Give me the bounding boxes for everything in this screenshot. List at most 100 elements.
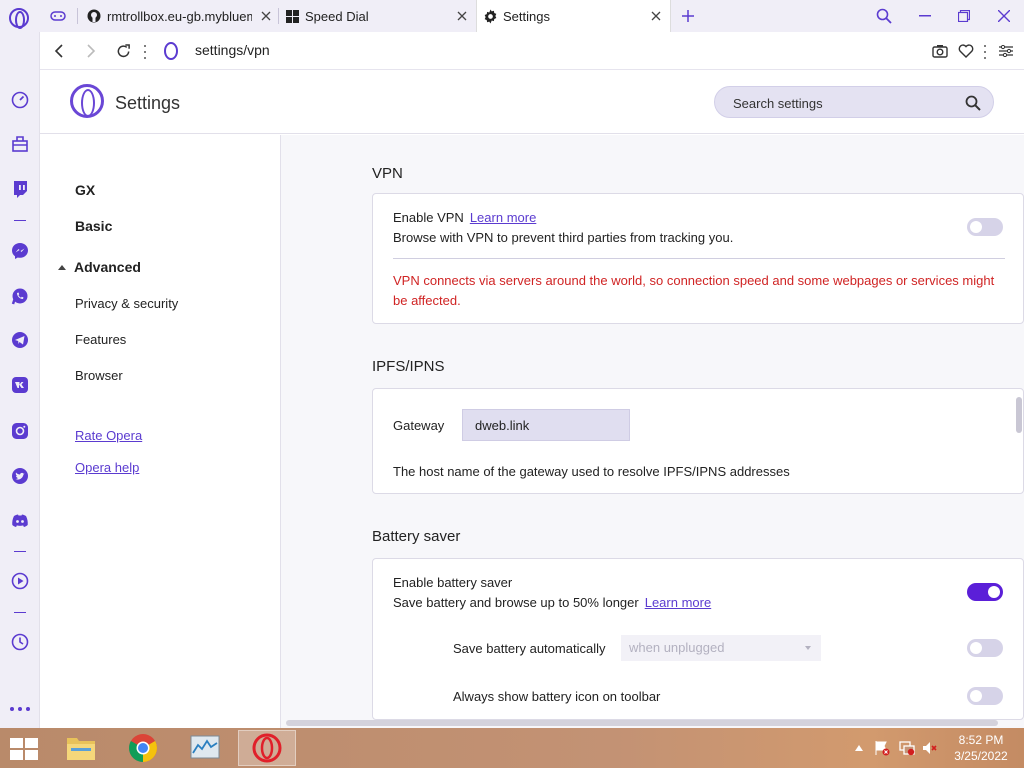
nav-advanced[interactable]: Advanced bbox=[74, 259, 141, 275]
github-icon bbox=[86, 8, 102, 24]
tab-label: Speed Dial bbox=[305, 8, 369, 24]
more-options-icon[interactable] bbox=[143, 45, 147, 59]
more-options-icon[interactable] bbox=[983, 45, 987, 59]
address-bar: settings/vpn bbox=[40, 32, 1024, 70]
opera-taskbar-icon[interactable] bbox=[238, 730, 296, 766]
url-field[interactable]: settings/vpn bbox=[195, 42, 270, 58]
vpn-enable-row: Enable VPN Learn more bbox=[393, 210, 536, 225]
vertical-scrollbar[interactable] bbox=[1016, 397, 1022, 433]
forward-button[interactable] bbox=[80, 40, 102, 62]
toolbox-icon[interactable] bbox=[9, 133, 31, 155]
player-icon[interactable] bbox=[9, 570, 31, 592]
horizontal-scrollbar[interactable] bbox=[286, 720, 998, 726]
nav-privacy-security[interactable]: Privacy & security bbox=[75, 296, 178, 311]
search-input[interactable] bbox=[733, 94, 953, 112]
tab-separator bbox=[77, 8, 78, 24]
battery-icon-toggle[interactable] bbox=[967, 687, 1003, 705]
gateway-input[interactable] bbox=[462, 409, 630, 441]
tab-strip: rmtrollbox.eu-gb.mybluem Speed Dial Sett… bbox=[0, 0, 1024, 32]
battery-icon-label: Always show battery icon on toolbar bbox=[453, 689, 661, 704]
close-window-button[interactable] bbox=[992, 4, 1016, 28]
volume-muted-icon[interactable] bbox=[921, 740, 939, 756]
reload-button[interactable] bbox=[112, 40, 134, 62]
messenger-icon[interactable] bbox=[9, 240, 31, 262]
battery-learn-more-link[interactable]: Learn more bbox=[645, 595, 711, 610]
tab-label: rmtrollbox.eu-gb.mybluem bbox=[107, 8, 252, 24]
vpn-enable-label: Enable VPN bbox=[393, 210, 464, 225]
search-tabs-icon[interactable] bbox=[872, 4, 896, 28]
caret-up-icon[interactable] bbox=[58, 265, 66, 270]
close-icon[interactable] bbox=[454, 8, 470, 24]
clock-time: 8:52 PM bbox=[958, 733, 1004, 747]
vpn-card: Enable VPN Learn more Browse with VPN to … bbox=[372, 193, 1024, 324]
gateway-description: The host name of the gateway used to res… bbox=[393, 464, 790, 479]
chrome-icon[interactable] bbox=[114, 730, 172, 766]
clock-date: 3/25/2022 bbox=[954, 749, 1008, 763]
telegram-icon[interactable] bbox=[9, 329, 31, 351]
vpn-description: Browse with VPN to prevent third parties… bbox=[393, 230, 734, 245]
rate-opera-link[interactable]: Rate Opera bbox=[75, 428, 142, 443]
gamepad-icon bbox=[50, 8, 66, 24]
windows-start-icon[interactable] bbox=[10, 738, 38, 760]
system-clock[interactable]: 8:52 PM 3/25/2022 bbox=[946, 732, 1016, 764]
opera-menu-icon[interactable] bbox=[9, 8, 29, 29]
section-title-vpn: VPN bbox=[372, 165, 403, 182]
taskbar: 8:52 PM 3/25/2022 bbox=[0, 728, 1024, 768]
gear-icon bbox=[482, 8, 498, 24]
close-icon[interactable] bbox=[648, 8, 664, 24]
opera-help-link[interactable]: Opera help bbox=[75, 460, 139, 475]
restore-button[interactable] bbox=[952, 4, 976, 28]
gx-tab-icon[interactable] bbox=[50, 0, 70, 32]
battery-saver-toggle[interactable] bbox=[967, 583, 1003, 601]
search-box[interactable] bbox=[714, 86, 994, 118]
discord-icon[interactable] bbox=[9, 510, 31, 532]
battery-auto-select[interactable]: when unplugged bbox=[621, 635, 821, 661]
whatsapp-icon[interactable] bbox=[9, 285, 31, 307]
battery-auto-toggle[interactable] bbox=[967, 639, 1003, 657]
vpn-learn-more-link[interactable]: Learn more bbox=[470, 210, 536, 225]
tab-separator bbox=[278, 8, 279, 24]
file-explorer-icon[interactable] bbox=[52, 730, 110, 766]
nav-browser[interactable]: Browser bbox=[75, 368, 123, 383]
new-tab-button[interactable] bbox=[676, 4, 700, 28]
battery-card: Enable battery saver Save battery and br… bbox=[372, 558, 1024, 720]
sidebar-divider bbox=[14, 612, 26, 613]
vpn-warning: VPN connects via servers around the worl… bbox=[393, 273, 995, 308]
back-button[interactable] bbox=[48, 40, 70, 62]
vk-icon[interactable] bbox=[9, 374, 31, 396]
snapshot-icon[interactable] bbox=[929, 40, 951, 62]
task-manager-icon[interactable] bbox=[176, 730, 234, 766]
nav-gx[interactable]: GX bbox=[75, 182, 95, 198]
twitch-icon[interactable] bbox=[9, 178, 31, 200]
twitter-icon[interactable] bbox=[9, 465, 31, 487]
tab-rmtrollbox[interactable]: rmtrollbox.eu-gb.mybluem bbox=[86, 0, 274, 32]
gateway-label: Gateway bbox=[393, 418, 445, 433]
speedometer-icon[interactable] bbox=[9, 89, 31, 111]
speed-dial-icon bbox=[284, 8, 300, 24]
battery-enable-label: Enable battery saver bbox=[393, 575, 513, 590]
tab-settings[interactable]: Settings bbox=[476, 0, 671, 32]
sidebar-divider bbox=[14, 220, 26, 221]
action-center-flag-icon[interactable] bbox=[873, 740, 891, 756]
close-icon[interactable] bbox=[258, 8, 274, 24]
nav-features[interactable]: Features bbox=[75, 332, 126, 347]
more-icon[interactable] bbox=[10, 707, 30, 711]
easy-setup-icon[interactable] bbox=[995, 40, 1017, 62]
heart-icon[interactable] bbox=[955, 40, 977, 62]
battery-description-row: Save battery and browse up to 50% longer… bbox=[393, 595, 711, 610]
battery-auto-select-value: when unplugged bbox=[629, 640, 725, 655]
sidebar-divider bbox=[14, 551, 26, 552]
divider bbox=[393, 258, 1005, 259]
search-icon[interactable] bbox=[965, 95, 981, 111]
network-icon[interactable] bbox=[898, 740, 916, 756]
nav-basic[interactable]: Basic bbox=[75, 218, 112, 234]
settings-header: Settings bbox=[40, 70, 1024, 134]
vpn-toggle[interactable] bbox=[967, 218, 1003, 236]
battery-description: Save battery and browse up to 50% longer bbox=[393, 595, 639, 610]
tab-label: Settings bbox=[503, 8, 550, 24]
chevron-up-icon[interactable] bbox=[850, 740, 868, 756]
tab-speed-dial[interactable]: Speed Dial bbox=[284, 0, 470, 32]
history-icon[interactable] bbox=[9, 631, 31, 653]
minimize-button[interactable] bbox=[913, 4, 937, 28]
instagram-icon[interactable] bbox=[9, 420, 31, 442]
